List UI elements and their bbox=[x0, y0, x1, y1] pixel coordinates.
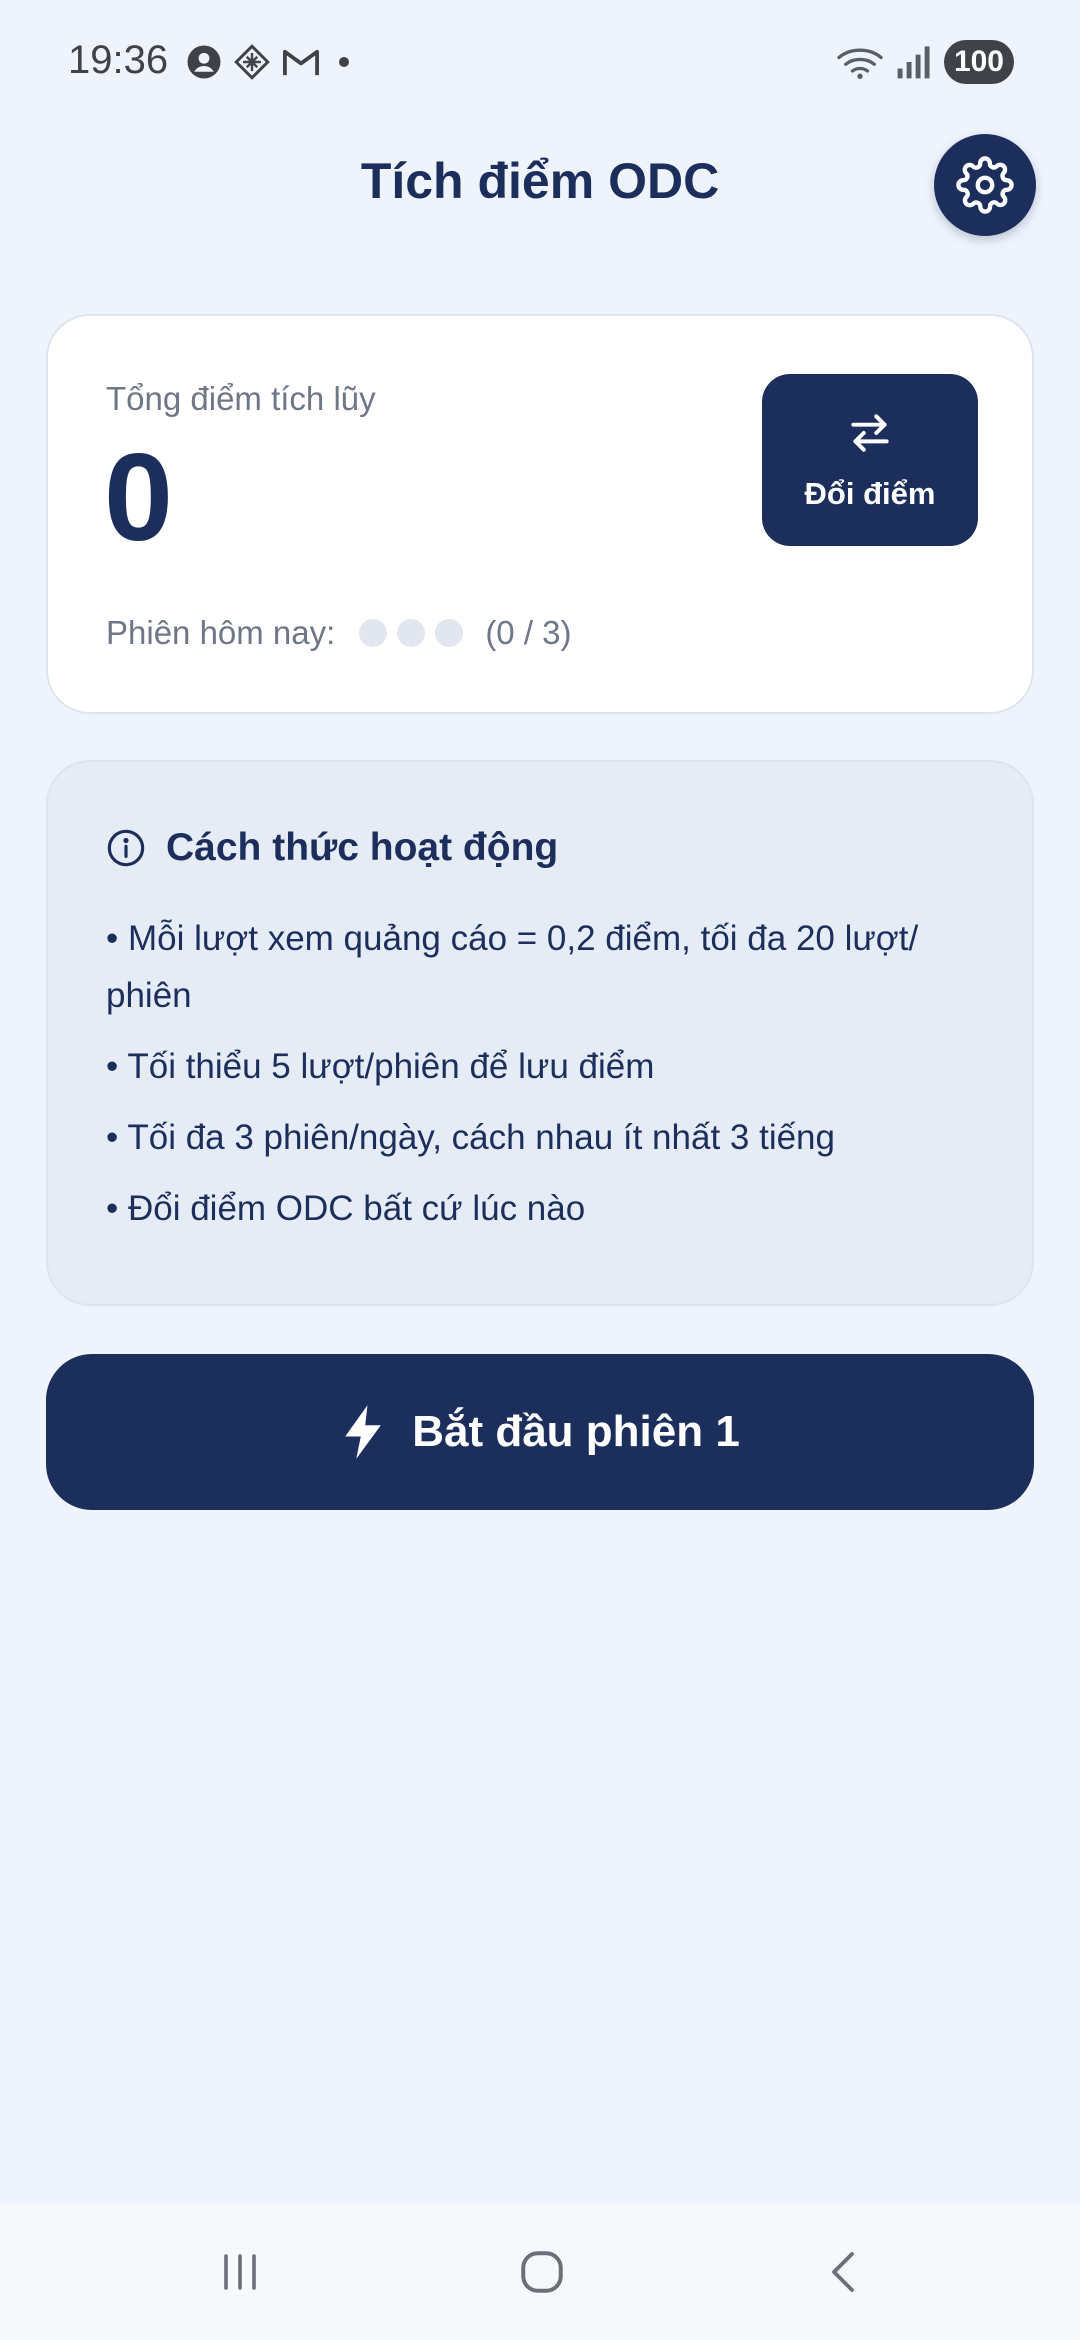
swap-arrows-icon bbox=[851, 414, 889, 452]
info-item: • Đổi điểm ODC bất cứ lúc nào bbox=[106, 1189, 586, 1228]
session-dot bbox=[435, 619, 464, 647]
start-session-button[interactable]: Bắt đầu phiên 1 bbox=[46, 1354, 1034, 1510]
points-card: Tổng điểm tích lũy 0 Phiên hôm nay: (0 /… bbox=[46, 314, 1034, 714]
info-item: • Mỗi lượt xem quảng cáo = 0,2 điểm, tối… bbox=[106, 919, 919, 1015]
how-it-works-card: Cách thức hoạt động • Mỗi lượt xem quảng… bbox=[46, 760, 1034, 1306]
screen: 19:36 100 Tích điểm ODC Tổng điểm tích l… bbox=[0, 0, 1080, 2340]
back-icon bbox=[832, 2252, 854, 2292]
dot-icon bbox=[339, 57, 349, 67]
account-circle-icon bbox=[187, 45, 221, 79]
settings-button[interactable] bbox=[934, 134, 1036, 236]
gmail-icon bbox=[283, 49, 319, 76]
total-points-value: 0 bbox=[104, 429, 173, 567]
gear-icon bbox=[956, 156, 1014, 214]
info-list: • Mỗi lượt xem quảng cáo = 0,2 điểm, tối… bbox=[106, 910, 1006, 1251]
start-session-label: Bắt đầu phiên 1 bbox=[412, 1407, 740, 1456]
session-dot bbox=[359, 619, 388, 647]
status-bar: 19:36 100 bbox=[0, 0, 1080, 128]
exchange-points-button[interactable]: Đổi điểm bbox=[762, 374, 978, 546]
page-title: Tích điểm ODC bbox=[360, 153, 720, 209]
info-header: Cách thức hoạt động bbox=[106, 826, 558, 870]
total-points-label: Tổng điểm tích lũy bbox=[106, 380, 376, 417]
session-progress: Phiên hôm nay: (0 / 3) bbox=[106, 614, 572, 652]
wifi-icon bbox=[837, 48, 883, 79]
lightning-icon bbox=[345, 1405, 382, 1459]
session-dot bbox=[397, 619, 426, 647]
info-item: • Tối thiểu 5 lượt/phiên để lưu điểm bbox=[106, 1047, 655, 1086]
exchange-button-label: Đổi điểm bbox=[804, 476, 936, 511]
session-count: (0 / 3) bbox=[485, 614, 572, 651]
back-button[interactable] bbox=[804, 2240, 884, 2304]
home-icon bbox=[521, 2251, 563, 2293]
info-icon bbox=[107, 829, 145, 867]
status-icons-left bbox=[186, 44, 356, 80]
battery-icon: 100 bbox=[943, 40, 1014, 84]
home-button[interactable] bbox=[502, 2240, 582, 2304]
recent-apps-icon bbox=[224, 2254, 256, 2290]
diamond-grid-icon bbox=[234, 44, 270, 80]
info-item: • Tối đa 3 phiên/ngày, cách nhau ít nhất… bbox=[106, 1118, 835, 1157]
navigation-bar bbox=[0, 2204, 1080, 2340]
status-time: 19:36 bbox=[68, 38, 169, 82]
info-title: Cách thức hoạt động bbox=[166, 826, 559, 869]
session-label: Phiên hôm nay: bbox=[106, 614, 336, 651]
signal-icon bbox=[897, 46, 930, 79]
status-icons-right: 100 bbox=[836, 40, 1014, 84]
session-dots bbox=[359, 619, 464, 647]
recent-apps-button[interactable] bbox=[200, 2240, 280, 2304]
